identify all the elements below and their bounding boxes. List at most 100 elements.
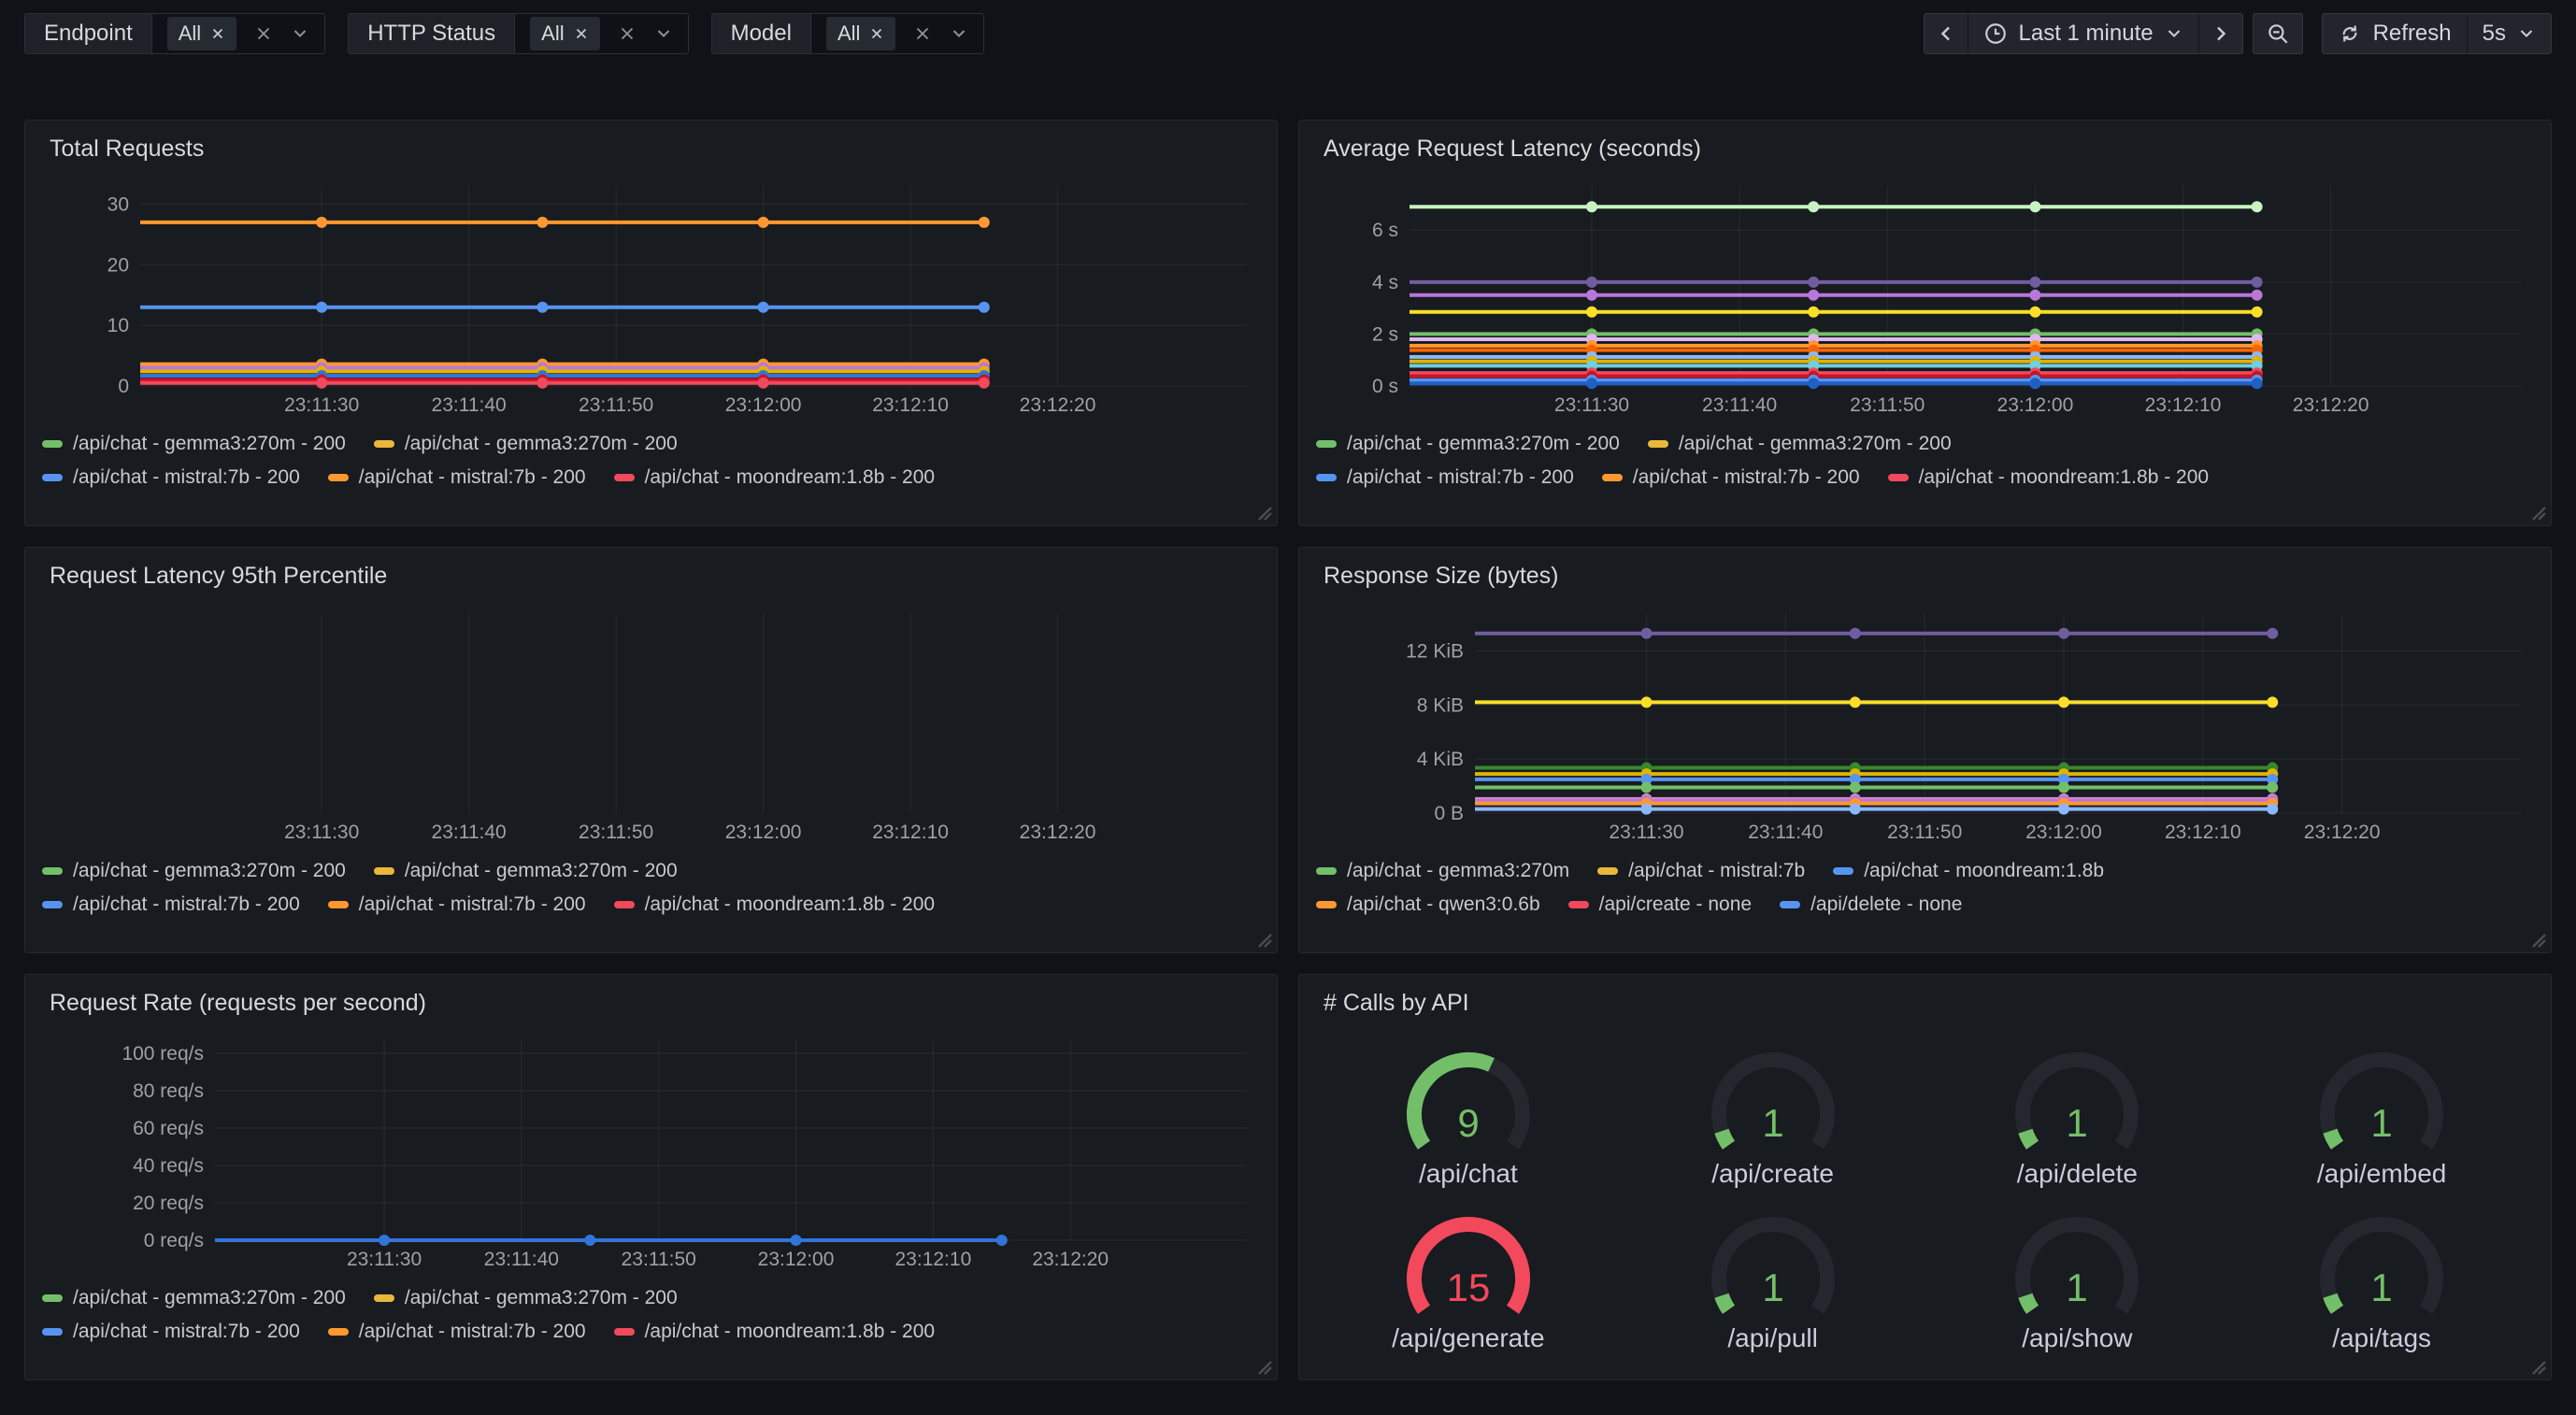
legend-series-label: /api/chat - gemma3:270m - 200 [405,1287,678,1309]
legend-item[interactable]: /api/chat - gemma3:270m - 200 [42,1287,346,1309]
panel-resize-handle[interactable] [2530,505,2547,522]
legend-item[interactable]: /api/delete - none [1780,893,1962,916]
legend-item[interactable]: /api/chat - gemma3:270m - 200 [374,433,678,455]
time-series-chart[interactable]: 23:11:3023:11:4023:11:5023:12:0023:12:10… [1316,169,2534,420]
gauge: 9/api/chat [1316,1031,1621,1195]
filter-value-select[interactable]: All [152,14,324,53]
svg-text:23:12:20: 23:12:20 [2293,394,2369,416]
svg-text:1: 1 [1762,1265,1783,1309]
legend-item[interactable]: /api/chat - gemma3:270m - 200 [1648,433,1952,455]
remove-chip-icon[interactable] [574,26,589,41]
svg-text:23:11:50: 23:11:50 [579,822,653,843]
legend-series-label: /api/create - none [1599,893,1752,916]
legend-series-label: /api/chat - gemma3:270m - 200 [73,860,346,882]
panel-resize-handle[interactable] [1256,1359,1273,1376]
legend-series-label: /api/chat - mistral:7b - 200 [73,466,300,489]
clear-selection-icon[interactable] [619,25,636,42]
legend-item[interactable]: /api/chat - qwen3:0.6b [1316,893,1540,916]
panel-title[interactable]: Response Size (bytes) [1316,561,2534,596]
panel-resize-handle[interactable] [2530,1359,2547,1376]
clear-selection-icon[interactable] [255,25,272,42]
filter-chip[interactable]: All [530,17,599,50]
panel-title[interactable]: # Calls by API [1316,988,2534,1023]
svg-text:8 KiB: 8 KiB [1417,694,1464,716]
legend-item[interactable]: /api/chat - mistral:7b - 200 [328,466,586,489]
legend-item[interactable]: /api/chat - gemma3:270m [1316,860,1569,882]
legend-series-swatch [1597,867,1618,875]
legend-item[interactable]: /api/chat - mistral:7b - 200 [42,1321,300,1343]
legend-item[interactable]: /api/chat - moondream:1.8b - 200 [614,466,936,489]
legend-item[interactable]: /api/chat - moondream:1.8b [1833,860,2104,882]
legend-series-label: /api/chat - moondream:1.8b [1864,860,2104,882]
svg-text:23:11:50: 23:11:50 [579,394,653,416]
legend-item[interactable]: /api/chat - moondream:1.8b - 200 [614,1321,936,1343]
legend-item[interactable]: /api/chat - mistral:7b - 200 [42,893,300,916]
panel-title[interactable]: Request Latency 95th Percentile [42,561,1260,596]
legend-item[interactable]: /api/chat - mistral:7b - 200 [42,466,300,489]
legend-item[interactable]: /api/chat - gemma3:270m - 200 [42,433,346,455]
clock-icon [1983,21,2008,46]
filter-http-status: HTTP Status All [348,13,688,54]
gauge: 1/api/embed [2229,1031,2534,1195]
time-range-picker-button[interactable]: Last 1 minute [1968,14,2198,53]
filter-value-select[interactable]: All [811,14,983,53]
legend-item[interactable]: /api/chat - moondream:1.8b - 200 [614,893,936,916]
legend-row: /api/chat - gemma3:270m - 200/api/chat -… [42,1281,1260,1315]
chevron-left-icon [1937,24,1955,43]
svg-text:0 req/s: 0 req/s [144,1230,204,1251]
legend-item[interactable]: /api/chat - mistral:7b - 200 [328,1321,586,1343]
gauge: 1/api/delete [1925,1031,2230,1195]
legend-item[interactable]: /api/chat - mistral:7b - 200 [328,893,586,916]
legend-item[interactable]: /api/chat - moondream:1.8b - 200 [1888,466,2210,489]
time-shift-forward-button[interactable] [2198,14,2242,53]
panel-title[interactable]: Request Rate (requests per second) [42,988,1260,1023]
legend-series-swatch [1316,474,1337,481]
legend-row: /api/chat - qwen3:0.6b/api/create - none… [1316,888,2534,922]
refresh-button[interactable]: Refresh [2323,14,2467,53]
svg-text:23:12:10: 23:12:10 [2165,822,2241,843]
time-series-chart[interactable]: 23:11:3023:11:4023:11:5023:12:0023:12:10… [42,1023,1260,1274]
legend-item[interactable]: /api/chat - gemma3:270m - 200 [42,860,346,882]
legend-item[interactable]: /api/chat - mistral:7b [1597,860,1805,882]
time-range-label: Last 1 minute [2019,21,2154,47]
refresh-icon [2338,21,2362,46]
remove-chip-icon[interactable] [869,26,884,41]
legend-item[interactable]: /api/chat - mistral:7b - 200 [1602,466,1860,489]
remove-chip-icon[interactable] [210,26,225,41]
filter-chip[interactable]: All [826,17,895,50]
zoom-out-button[interactable] [2254,14,2302,53]
magnifier-minus-icon [2266,21,2290,46]
legend-series-label: /api/chat - mistral:7b - 200 [73,1321,300,1343]
filter-label: HTTP Status [349,14,515,53]
legend-item[interactable]: /api/chat - gemma3:270m - 200 [1316,433,1620,455]
filter-chip[interactable]: All [167,17,236,50]
time-series-chart[interactable]: 23:11:3023:11:4023:11:5023:12:0023:12:10… [42,596,1260,847]
time-series-chart[interactable]: 23:11:3023:11:4023:11:5023:12:0023:12:10… [1316,596,2534,847]
legend-item[interactable]: /api/chat - mistral:7b - 200 [1316,466,1574,489]
filter-value-select[interactable]: All [515,14,687,53]
legend-series-swatch [1316,440,1337,448]
svg-text:1: 1 [2067,1101,2088,1145]
filter-chip-label: All [179,21,201,46]
panel-title[interactable]: Total Requests [42,134,1260,169]
legend-series-swatch [614,901,635,908]
chevron-down-icon[interactable] [291,24,309,43]
chevron-down-icon[interactable] [654,24,673,43]
time-series-chart[interactable]: 23:11:3023:11:4023:11:5023:12:0023:12:10… [42,169,1260,420]
legend-series-label: /api/chat - mistral:7b - 200 [359,466,586,489]
legend-item[interactable]: /api/chat - gemma3:270m - 200 [374,1287,678,1309]
panel-title[interactable]: Average Request Latency (seconds) [1316,134,2534,169]
legend-series-label: /api/chat - gemma3:270m - 200 [73,433,346,455]
chevron-down-icon[interactable] [950,24,968,43]
clear-selection-icon[interactable] [914,25,931,42]
panel-resize-handle[interactable] [1256,505,1273,522]
svg-text:23:11:50: 23:11:50 [622,1249,696,1270]
legend-item[interactable]: /api/create - none [1568,893,1752,916]
refresh-interval-button[interactable]: 5s [2467,14,2551,53]
time-shift-back-button[interactable] [1925,14,1968,53]
legend-item[interactable]: /api/chat - gemma3:270m - 200 [374,860,678,882]
panel-resize-handle[interactable] [1256,932,1273,949]
panel-resize-handle[interactable] [2530,932,2547,949]
gauge-label: /api/create [1711,1159,1834,1189]
svg-text:23:11:40: 23:11:40 [484,1249,559,1270]
